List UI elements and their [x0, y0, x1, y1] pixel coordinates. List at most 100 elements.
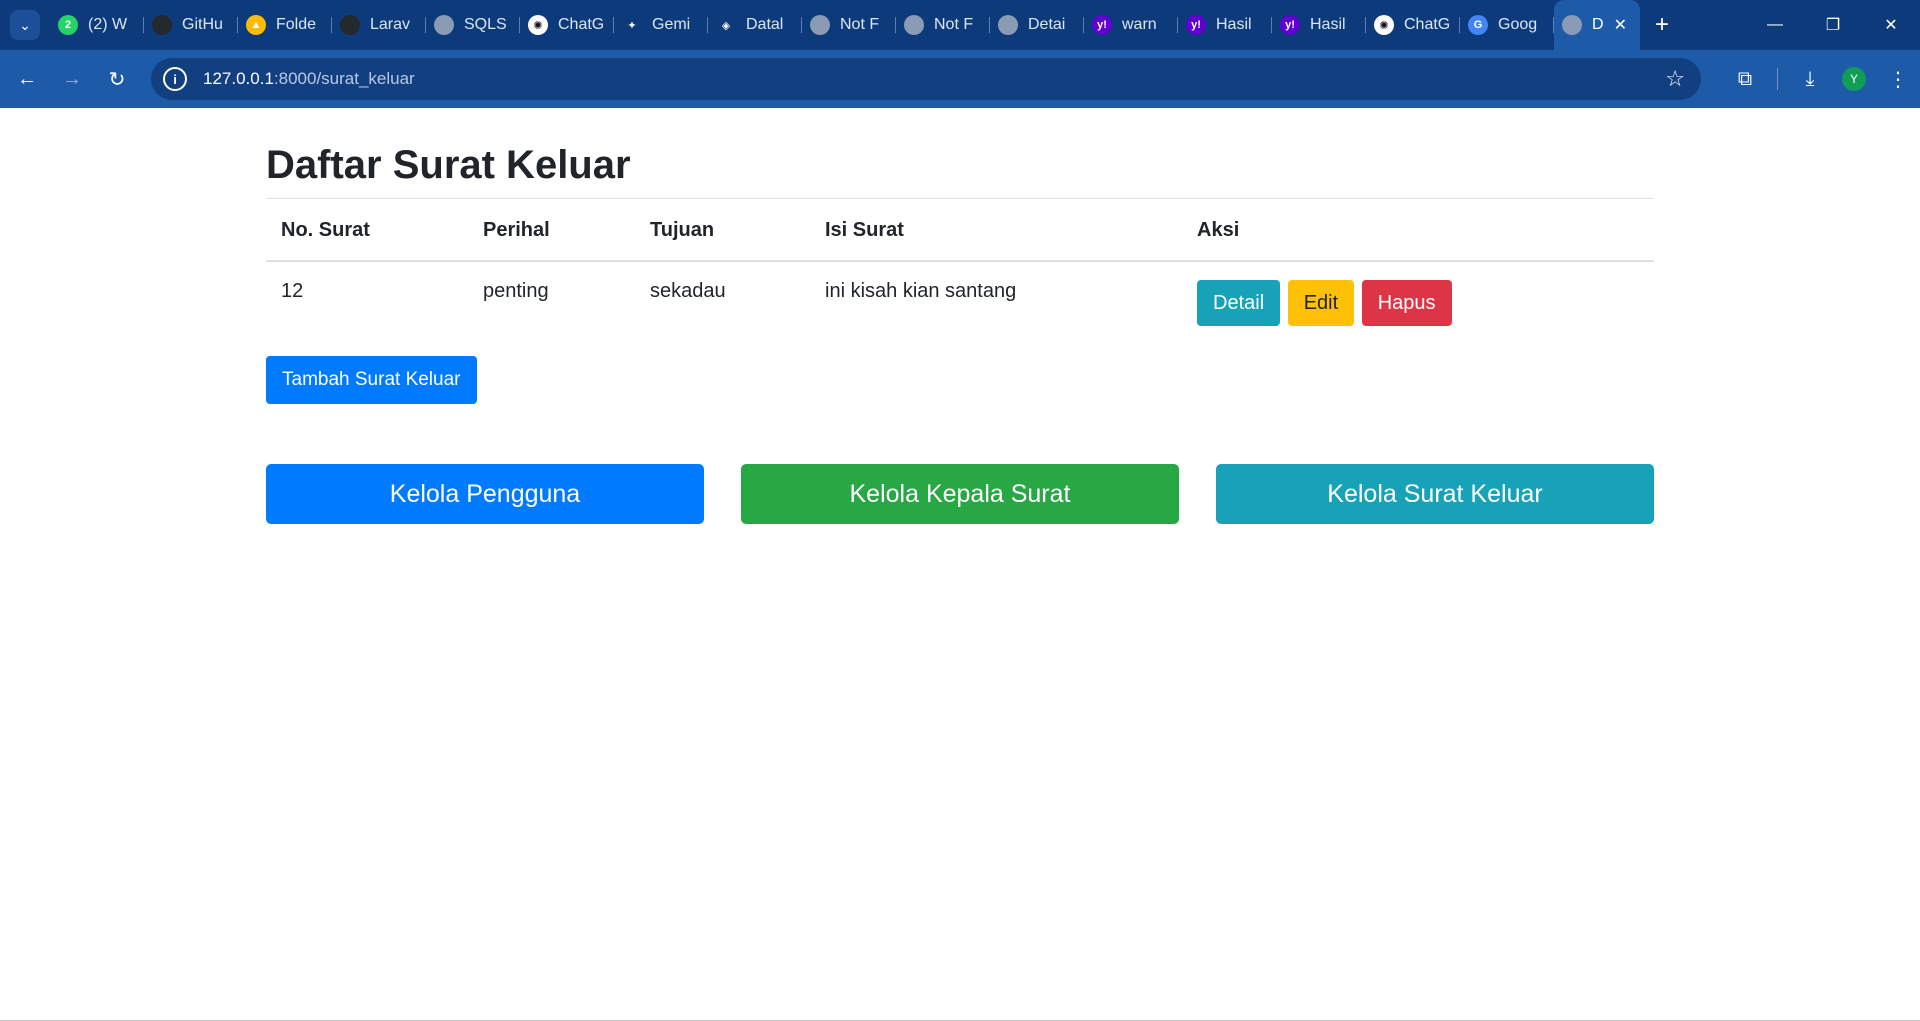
cell-tujuan: sekadau	[635, 261, 810, 343]
yahoo-icon: y!	[1280, 15, 1300, 35]
management-nav: Kelola Pengguna Kelola Kepala Surat Kelo…	[266, 464, 1654, 524]
whatsapp-icon: 2	[58, 15, 78, 35]
cell-isi-surat: ini kisah kian santang	[810, 261, 1182, 343]
chevron-down-icon: ⌄	[19, 16, 31, 33]
table-header-row: No. Surat Perihal Tujuan Isi Surat Aksi	[266, 198, 1654, 262]
browser-tab-strip: ⌄ 2 (2) W GitHu ▲ Folde Larav SQLS ✺ ChatG ✦ Gemi ◈…	[0, 0, 1920, 50]
profile-avatar[interactable]: Y	[1842, 67, 1866, 91]
edit-button[interactable]: Edit	[1287, 280, 1355, 326]
chatgpt-icon: ✺	[1374, 15, 1394, 35]
tab-title: Hasil	[1310, 16, 1346, 33]
globe-icon	[904, 15, 924, 35]
tab-title: GitHu	[182, 16, 223, 33]
browser-tab[interactable]: ▲ Folde	[238, 0, 332, 50]
header-no-surat: No. Surat	[266, 198, 468, 262]
site-info-icon[interactable]: i	[163, 67, 187, 91]
header-perihal: Perihal	[468, 198, 635, 262]
github-icon	[340, 15, 360, 35]
tab-title: Goog	[1498, 16, 1538, 33]
globe-icon	[810, 15, 830, 35]
tab-title: Not F	[934, 16, 974, 33]
reload-icon: ↻	[108, 68, 126, 91]
kelola-surat-keluar-button[interactable]: Kelola Surat Keluar	[1216, 464, 1654, 524]
browser-tab[interactable]: y! warn	[1084, 0, 1178, 50]
close-window-button[interactable]: ✕	[1862, 0, 1920, 50]
window-controls: — ❐ ✕	[1746, 0, 1920, 50]
browser-tab[interactable]: Not F	[802, 0, 896, 50]
restore-button[interactable]: ❐	[1804, 0, 1862, 50]
minimize-button[interactable]: —	[1746, 0, 1804, 50]
browser-tab[interactable]: Larav	[332, 0, 426, 50]
browser-toolbar: ← → ↻ i 127.0.0.1:8000/surat_keluar ☆ ⧉ …	[0, 50, 1920, 108]
browser-tab[interactable]: Not F	[896, 0, 990, 50]
browser-tab[interactable]: Detai	[990, 0, 1084, 50]
url-host: 127.0.0.1	[203, 69, 274, 88]
browser-tab-active[interactable]: D ✕	[1554, 0, 1640, 50]
menu-kebab-icon[interactable]: ⋮	[1876, 57, 1920, 101]
browser-tab[interactable]: ◈ Datal	[708, 0, 802, 50]
google-translate-icon: G	[1468, 15, 1488, 35]
laravel-icon: ◈	[716, 15, 736, 35]
detail-button[interactable]: Detail	[1197, 280, 1281, 326]
content-container: Daftar Surat Keluar No. Surat Perihal Tu…	[266, 108, 1654, 524]
surat-keluar-table: No. Surat Perihal Tujuan Isi Surat Aksi …	[266, 198, 1654, 343]
browser-tab[interactable]: GitHu	[144, 0, 238, 50]
tab-title: (2) W	[88, 16, 128, 33]
google-drive-icon: ▲	[246, 15, 266, 35]
tab-title: ChatG	[558, 16, 605, 33]
browser-tab[interactable]: ✺ ChatG	[520, 0, 614, 50]
url-text[interactable]: 127.0.0.1:8000/surat_keluar	[203, 69, 415, 89]
tab-title: Gemi	[652, 16, 691, 33]
close-tab-icon[interactable]: ✕	[1614, 15, 1627, 35]
kelola-pengguna-button[interactable]: Kelola Pengguna	[266, 464, 704, 524]
arrow-left-icon: ←	[17, 67, 37, 90]
tab-title: Folde	[276, 16, 317, 33]
tab-title: SQLS	[464, 16, 507, 33]
address-bar[interactable]: i 127.0.0.1:8000/surat_keluar ☆	[151, 58, 1701, 100]
browser-tab[interactable]: y! Hasil	[1272, 0, 1366, 50]
tab-title: warn	[1122, 16, 1157, 33]
tab-title: D	[1592, 16, 1604, 33]
tambah-surat-keluar-button[interactable]: Tambah Surat Keluar	[266, 356, 477, 404]
yahoo-icon: y!	[1092, 15, 1112, 35]
table-row: 12 penting sekadau ini kisah kian santan…	[266, 261, 1654, 343]
globe-icon	[1562, 15, 1582, 35]
browser-tab[interactable]: ✺ ChatG	[1366, 0, 1460, 50]
plus-icon: +	[1654, 11, 1669, 38]
browser-tab[interactable]: G Goog	[1460, 0, 1554, 50]
tab-title: Datal	[746, 16, 784, 33]
cell-no-surat: 12	[266, 261, 468, 343]
forward-button[interactable]: →	[54, 61, 90, 97]
globe-icon	[998, 15, 1018, 35]
arrow-right-icon: →	[62, 67, 82, 90]
header-tujuan: Tujuan	[635, 198, 810, 262]
tab-title: Detai	[1028, 16, 1066, 33]
globe-icon	[434, 15, 454, 35]
url-path: :8000/surat_keluar	[273, 69, 415, 88]
tab-list: 2 (2) W GitHu ▲ Folde Larav SQLS ✺ ChatG ✦ Gemi ◈ Da…	[50, 0, 1640, 50]
toolbar-actions: ⧉ ⤓ Y ⋮	[1723, 50, 1920, 108]
minimize-icon: —	[1767, 16, 1783, 33]
browser-tab[interactable]: ✦ Gemi	[614, 0, 708, 50]
new-tab-button[interactable]: +	[1644, 7, 1680, 43]
page-title: Daftar Surat Keluar	[266, 143, 631, 187]
bookmark-star-icon[interactable]: ☆	[1665, 66, 1685, 92]
browser-tab[interactable]: SQLS	[426, 0, 520, 50]
yahoo-icon: y!	[1186, 15, 1206, 35]
chatgpt-icon: ✺	[528, 15, 548, 35]
hapus-button[interactable]: Hapus	[1361, 280, 1452, 326]
download-icon[interactable]: ⤓	[1788, 57, 1832, 101]
cell-aksi: Detail Edit Hapus	[1182, 261, 1654, 343]
cell-perihal: penting	[468, 261, 635, 343]
extensions-icon[interactable]: ⧉	[1723, 57, 1767, 101]
browser-tab[interactable]: y! Hasil	[1178, 0, 1272, 50]
reload-button[interactable]: ↻	[99, 61, 135, 97]
back-button[interactable]: ←	[9, 61, 45, 97]
tab-search-button[interactable]: ⌄	[10, 10, 40, 40]
kelola-kepala-surat-button[interactable]: Kelola Kepala Surat	[741, 464, 1179, 524]
tab-title: Not F	[840, 16, 880, 33]
restore-icon: ❐	[1825, 17, 1841, 34]
browser-tab[interactable]: 2 (2) W	[50, 0, 144, 50]
tab-title: Hasil	[1216, 16, 1252, 33]
tab-title: Larav	[370, 16, 411, 33]
